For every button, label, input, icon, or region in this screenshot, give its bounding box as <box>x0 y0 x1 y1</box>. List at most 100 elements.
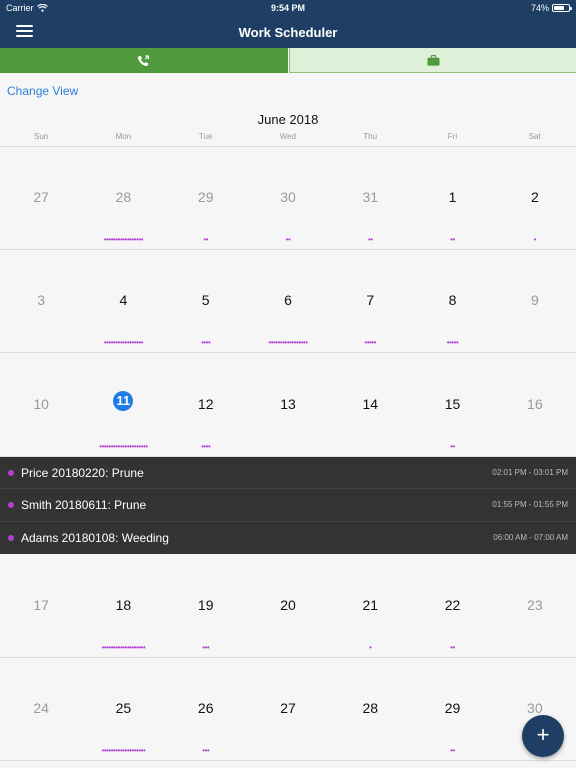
day-number: 14 <box>362 396 379 412</box>
calendar-day[interactable]: 19 ••• <box>165 554 247 658</box>
calendar-day[interactable]: 15 •• <box>411 353 493 457</box>
day-number: 25 <box>115 700 132 716</box>
day-number: 28 <box>362 700 379 716</box>
event-dots: •• <box>450 746 455 755</box>
event-dots: •• <box>367 235 373 244</box>
calendar-day[interactable]: 13 <box>247 353 329 457</box>
event-row[interactable]: Adams 20180108: Weeding 06:00 AM - 07:00… <box>0 522 576 554</box>
day-number: 29 <box>197 189 214 205</box>
weekday-label: Wed <box>279 132 297 141</box>
day-number: 17 <box>33 597 49 613</box>
day-number: 31 <box>362 189 379 205</box>
day-number: 5 <box>201 292 210 308</box>
event-dots: •• <box>285 235 291 244</box>
weekday-header: Sun Mon Tue Wed Thu Fri Sat <box>0 132 576 144</box>
day-number: 26 <box>197 700 214 716</box>
calendar-week-row: 24 25 ••••••••••••••••••• 26 ••• 27 28 29 •• 30 <box>0 657 576 761</box>
calendar-day[interactable]: 28 ••••••••••••••••• <box>82 146 164 250</box>
calendar-day[interactable]: 1 •• <box>411 146 493 250</box>
event-row[interactable]: Smith 20180611: Prune 01:55 PM - 01:55 P… <box>0 489 576 522</box>
day-number: 23 <box>527 597 543 613</box>
day-number: 3 <box>37 292 46 308</box>
event-dots: ••• <box>202 643 210 652</box>
calendar-day[interactable]: 29 •• <box>411 657 493 761</box>
calendar-day[interactable]: 25 ••••••••••••••••••• <box>82 657 164 761</box>
day-number: 1 <box>448 189 457 205</box>
weekday-label: Fri <box>447 132 458 141</box>
calendar-day[interactable]: 14 <box>329 353 411 457</box>
day-number: 16 <box>527 396 543 412</box>
day-number: 8 <box>448 292 457 308</box>
day-number: 20 <box>280 597 296 613</box>
calendar-day[interactable]: 7 ••••• <box>329 249 411 353</box>
calendar-day[interactable]: 28 <box>329 657 411 761</box>
event-dots: • <box>533 235 537 244</box>
weekday-label: Sat <box>528 132 541 141</box>
calendar-day[interactable]: 1111••••••••••••••••••••• <box>82 353 164 457</box>
calendar-day[interactable]: 5 •••• <box>165 249 247 353</box>
calendar-week-row: 10 1111••••••••••••••••••••• 12 •••• 13 14 15 •… <box>0 353 576 457</box>
segment-work[interactable] <box>289 48 576 73</box>
event-dots: ••••••••••••••••••• <box>101 746 146 755</box>
calendar-day[interactable]: 12 •••• <box>165 353 247 457</box>
day-number: 30 <box>527 700 543 716</box>
calendar-week-row: 3 4 ••••••••••••••••• 5 •••• 6 •••••••••••••••… <box>0 249 576 353</box>
event-title: Smith 20180611: Prune <box>21 498 147 513</box>
event-dots: ••• <box>202 746 210 755</box>
phone-icon <box>137 54 150 66</box>
calendar-day[interactable]: 27 <box>247 657 329 761</box>
calendar-day[interactable]: 9 <box>494 249 576 353</box>
calendar-week-row: 17 18 ••••••••••••••••••• 19 ••• 20 21 • 22 •• 23 <box>0 554 576 658</box>
calendar-day[interactable]: 31 •• <box>329 146 411 250</box>
event-bullet <box>8 502 14 509</box>
event-dots: •• <box>450 442 455 451</box>
weekday-label: Mon <box>115 132 132 141</box>
add-event-button[interactable]: + <box>522 715 564 757</box>
day-number: 21 <box>362 597 379 613</box>
event-dots: ••••••••••••••••• <box>268 338 308 347</box>
segment-phone[interactable] <box>0 48 288 73</box>
day-number: 12 <box>197 396 214 412</box>
event-dots: • <box>369 643 372 652</box>
calendar-day[interactable]: 10 <box>0 353 82 457</box>
day-number: 27 <box>280 700 296 716</box>
day-number: 19 <box>197 597 214 613</box>
weekday-label: Sun <box>34 132 49 141</box>
calendar-day[interactable]: 22 •• <box>411 554 493 658</box>
briefcase-icon <box>427 54 439 66</box>
navigation-bar: Work Scheduler <box>0 16 576 48</box>
event-time: 02:01 PM - 03:01 PM <box>492 468 568 477</box>
calendar-day[interactable]: 23 <box>494 554 576 658</box>
page-title: Work Scheduler <box>238 25 338 40</box>
calendar-day[interactable]: 18 ••••••••••••••••••• <box>82 554 164 658</box>
calendar-day[interactable]: 2 • <box>494 146 576 250</box>
calendar-day[interactable]: 24 <box>0 657 82 761</box>
calendar-day[interactable]: 30 •• <box>247 146 329 250</box>
calendar-day[interactable]: 20 <box>247 554 329 658</box>
calendar-day[interactable]: 21 • <box>329 554 411 658</box>
day-number: 9 <box>530 292 539 308</box>
battery-info: 74% <box>531 3 572 13</box>
calendar-day[interactable]: 17 <box>0 554 82 658</box>
day-number: 18 <box>115 597 132 613</box>
day-number: 29 <box>444 700 461 716</box>
calendar-day[interactable]: 8 ••••• <box>411 249 493 353</box>
calendar-day[interactable]: 27 <box>0 146 82 250</box>
day-number: 13 <box>280 396 296 412</box>
day-number: 28 <box>115 189 132 205</box>
month-title: June 2018 <box>257 112 319 127</box>
calendar-day[interactable]: 26 ••• <box>165 657 247 761</box>
event-dots: •• <box>450 643 455 652</box>
calendar-day[interactable]: 16 <box>494 353 576 457</box>
event-dots: ••••••••••••••••• <box>103 338 144 347</box>
calendar-day[interactable]: 3 <box>0 249 82 353</box>
event-dots: •••• <box>201 442 211 451</box>
calendar-day[interactable]: 4 ••••••••••••••••• <box>82 249 164 353</box>
weekday-label: Thu <box>363 132 378 141</box>
battery-icon <box>552 4 572 12</box>
event-row[interactable]: Price 20180220: Prune 02:01 PM - 03:01 P… <box>0 457 576 490</box>
event-bullet <box>8 470 14 476</box>
calendar-day[interactable]: 29 •• <box>165 146 247 250</box>
calendar-day[interactable]: 6 ••••••••••••••••• <box>247 249 329 353</box>
change-view-link[interactable]: Change View <box>7 84 78 98</box>
